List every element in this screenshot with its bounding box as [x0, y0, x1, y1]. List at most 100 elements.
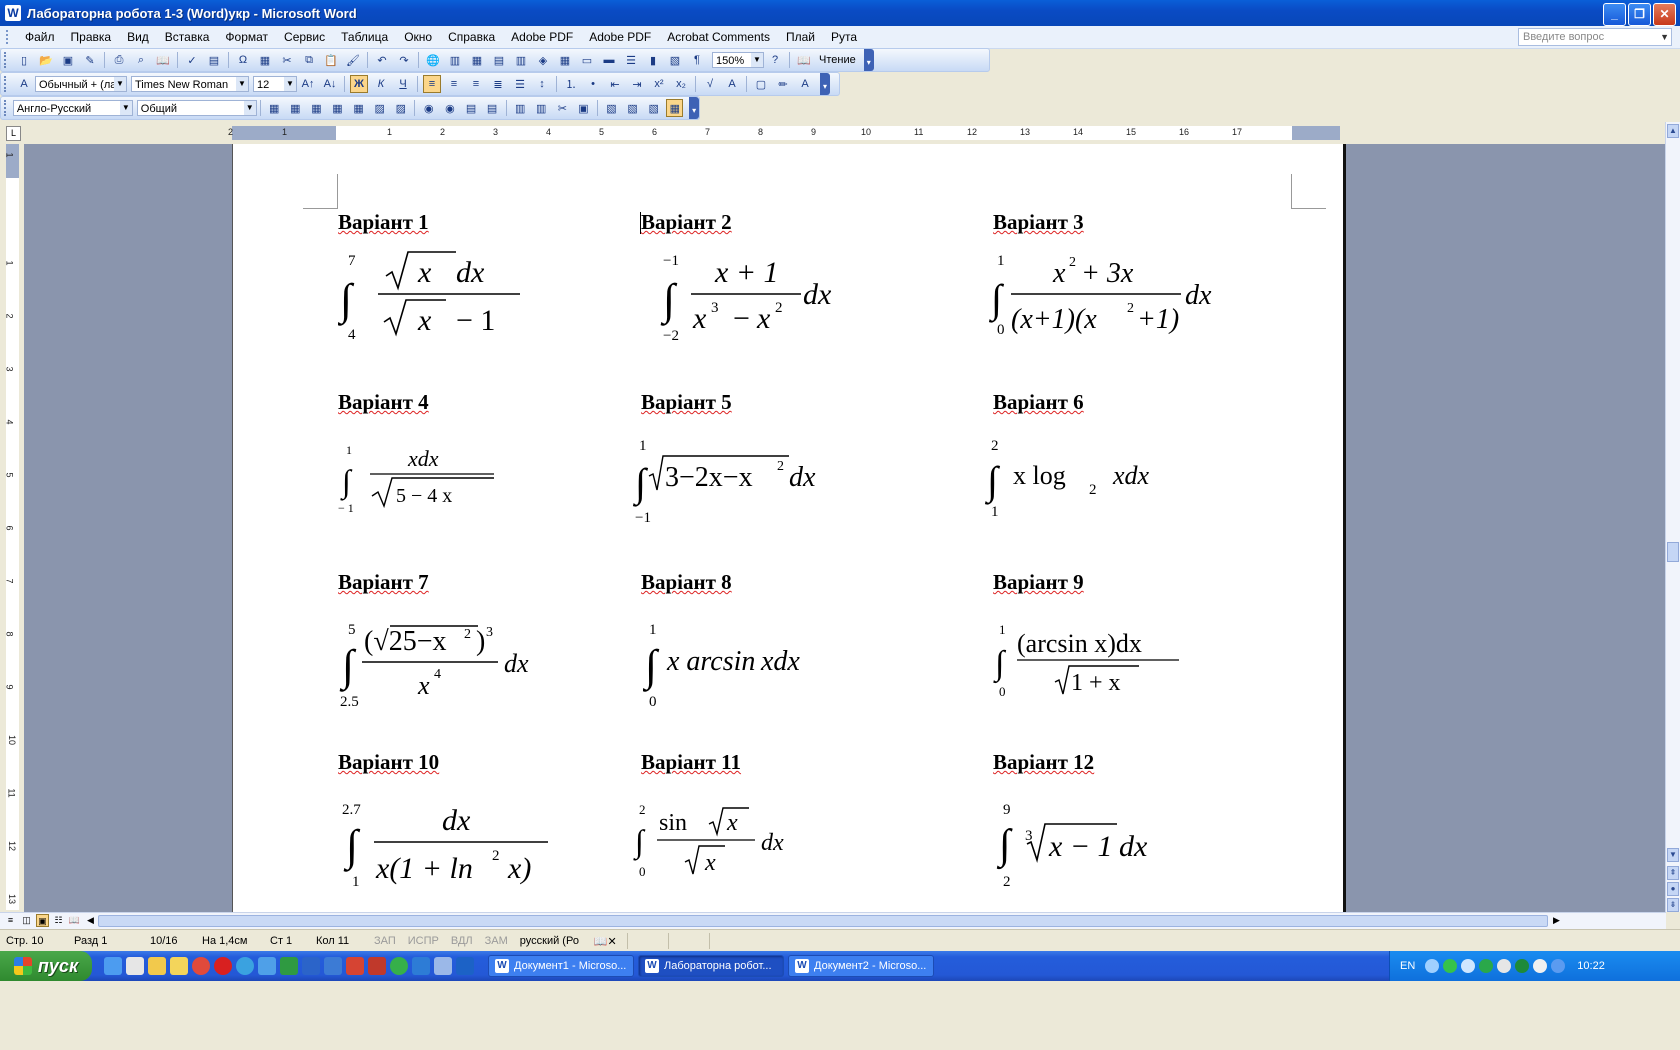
active-tool-icon[interactable]: ▦: [666, 99, 684, 117]
chrome-icon[interactable]: [192, 957, 210, 975]
language-indicator[interactable]: EN: [1400, 960, 1415, 972]
drawing-icon[interactable]: ◈: [534, 51, 552, 69]
open-folder-icon[interactable]: 📂: [37, 51, 55, 69]
paste-icon[interactable]: 📋: [322, 51, 340, 69]
web-view-icon[interactable]: ◫: [20, 914, 33, 927]
formula-4[interactable]: 1 ∫ − 1 xdx 5 − 4 x: [338, 434, 518, 527]
vertical-scrollbar[interactable]: ▲ ▼ ⇞ ● ⇟: [1665, 122, 1680, 912]
dictionary-icon-3[interactable]: ▤: [462, 99, 479, 117]
tray-arrow-icon[interactable]: [1425, 959, 1440, 973]
research-book-icon[interactable]: ▤: [205, 51, 223, 69]
dictionary-icon-4[interactable]: ▤: [484, 99, 501, 117]
print-preview-icon[interactable]: ⌕: [132, 51, 150, 69]
translate-icon-6[interactable]: ▨: [371, 99, 388, 117]
opera-icon[interactable]: [214, 957, 232, 975]
document-page[interactable]: Варіант 1 Варіант 2 Варіант 3 Варіант 4 …: [232, 144, 1346, 912]
font-select[interactable]: Times New Roman ▼: [131, 76, 249, 92]
tray-app-icon[interactable]: [1443, 959, 1458, 973]
settings-icon-3[interactable]: ▧: [645, 99, 662, 117]
permission-icon[interactable]: ✎: [81, 51, 99, 69]
chevron-down-icon[interactable]: ▼: [1660, 29, 1669, 45]
subscript-icon[interactable]: x₂: [672, 75, 690, 93]
menu-acrobat-comments[interactable]: Acrobat Comments: [659, 30, 778, 44]
rows-icon[interactable]: ☰: [622, 51, 640, 69]
word-icon[interactable]: [302, 957, 320, 975]
scroll-up-icon[interactable]: ▲: [1667, 124, 1679, 138]
bullets-icon[interactable]: •: [584, 75, 602, 93]
bold-button[interactable]: Ж: [350, 75, 368, 93]
formula-7[interactable]: 5 ∫ 2.5 (√25−x 2 ) 3 x 4 dx: [338, 614, 558, 717]
hyperlink-icon[interactable]: 🌐: [424, 51, 442, 69]
increase-indent-icon[interactable]: ⇥: [628, 75, 646, 93]
horizontal-scrollbar[interactable]: ≡ ◫ ▣ ☷ 📖 ◀ ▶: [0, 912, 1666, 929]
translate-icon-2[interactable]: ▦: [287, 99, 304, 117]
font-color-icon[interactable]: A: [796, 75, 814, 93]
quicklaunch-app-icon[interactable]: [324, 957, 342, 975]
status-extend[interactable]: ВДЛ: [445, 935, 479, 947]
reading-button[interactable]: Чтение: [819, 54, 856, 66]
show-desktop-icon[interactable]: [104, 957, 122, 975]
task-button-document2[interactable]: W Документ2 - Microso...: [788, 955, 934, 977]
menu-edit[interactable]: Правка: [63, 30, 120, 44]
volume-icon[interactable]: [1533, 959, 1548, 973]
insert-table-icon[interactable]: ▦: [468, 51, 486, 69]
menu-grip[interactable]: [6, 30, 11, 44]
topic-select[interactable]: Общий ▼: [136, 100, 257, 116]
menu-file[interactable]: Файл: [17, 30, 63, 44]
menu-help[interactable]: Справка: [440, 30, 503, 44]
previous-page-icon[interactable]: ⇞: [1667, 866, 1679, 880]
quicklaunch-app-icon[interactable]: [258, 957, 276, 975]
browser-icon[interactable]: [236, 957, 254, 975]
underline-button[interactable]: Ч: [394, 75, 412, 93]
document-area[interactable]: Варіант 1 Варіант 2 Варіант 3 Варіант 4 …: [24, 144, 1666, 912]
dictionary-icon-2[interactable]: ◉: [441, 99, 458, 117]
research-icon[interactable]: 📖: [154, 51, 172, 69]
toolbar-options-icon[interactable]: ▾: [689, 97, 699, 119]
tools-icon[interactable]: ✂: [554, 99, 571, 117]
highlight-icon[interactable]: ✏: [774, 75, 792, 93]
chevron-down-icon[interactable]: ▼: [114, 77, 126, 91]
translate-icon-3[interactable]: ▦: [308, 99, 325, 117]
scroll-thumb[interactable]: [1667, 542, 1679, 562]
formula-12[interactable]: 9 ∫ 2 3 x − 1 dx: [993, 794, 1193, 897]
dictionary-icon-1[interactable]: ◉: [420, 99, 437, 117]
undo-icon[interactable]: ↶: [373, 51, 391, 69]
restore-button[interactable]: ❐: [1628, 3, 1651, 26]
document-map-icon[interactable]: ▧: [666, 51, 684, 69]
task-button-lab-work[interactable]: W Лабораторна робот...: [638, 955, 784, 977]
insert-object-icon[interactable]: ▦: [256, 51, 274, 69]
italic-button[interactable]: К: [372, 75, 390, 93]
menu-adobe-pdf-1[interactable]: Adobe PDF: [503, 30, 581, 44]
clock[interactable]: 10:22: [1577, 960, 1605, 972]
tray-app-icon[interactable]: [1515, 959, 1530, 973]
toolbar-grip[interactable]: [4, 76, 9, 92]
justify-icon[interactable]: ≣: [489, 75, 507, 93]
split-cells-icon[interactable]: ▬: [600, 51, 618, 69]
toolbar-options-icon[interactable]: ▾: [863, 49, 874, 71]
reading-view-icon[interactable]: 📖: [68, 914, 81, 927]
superscript-icon[interactable]: x²: [650, 75, 668, 93]
line-spacing-icon[interactable]: ↕: [533, 75, 551, 93]
quicklaunch-app-icon[interactable]: [390, 957, 408, 975]
menu-format[interactable]: Формат: [217, 30, 276, 44]
quicklaunch-app-icon[interactable]: [412, 957, 430, 975]
formula-5[interactable]: 1 ∫ −1 3−2x−x 2 dx: [632, 434, 833, 537]
translate-icon-5[interactable]: ▦: [350, 99, 367, 117]
settings-icon-1[interactable]: ▧: [603, 99, 620, 117]
scroll-thumb[interactable]: [98, 915, 1548, 927]
quicklaunch-app-icon[interactable]: [126, 957, 144, 975]
distributed-icon[interactable]: ☰: [511, 75, 529, 93]
close-button[interactable]: ✕: [1653, 3, 1676, 26]
reading-layout-icon[interactable]: 📖: [795, 51, 813, 69]
quicklaunch-app-icon[interactable]: [434, 957, 452, 975]
translate-icon-7[interactable]: ▨: [392, 99, 409, 117]
chevron-down-icon[interactable]: ▼: [119, 101, 132, 115]
menu-tools[interactable]: Сервис: [276, 30, 333, 44]
settings-icon-2[interactable]: ▧: [624, 99, 641, 117]
browse-object-icon[interactable]: ●: [1667, 882, 1679, 896]
menu-ruta[interactable]: Рута: [823, 30, 865, 44]
scroll-down-icon[interactable]: ▼: [1667, 848, 1679, 862]
outline-view-icon[interactable]: ☷: [52, 914, 65, 927]
toolbar-options-icon[interactable]: ▾: [820, 73, 830, 95]
symbol-omega-icon[interactable]: Ω: [234, 51, 252, 69]
